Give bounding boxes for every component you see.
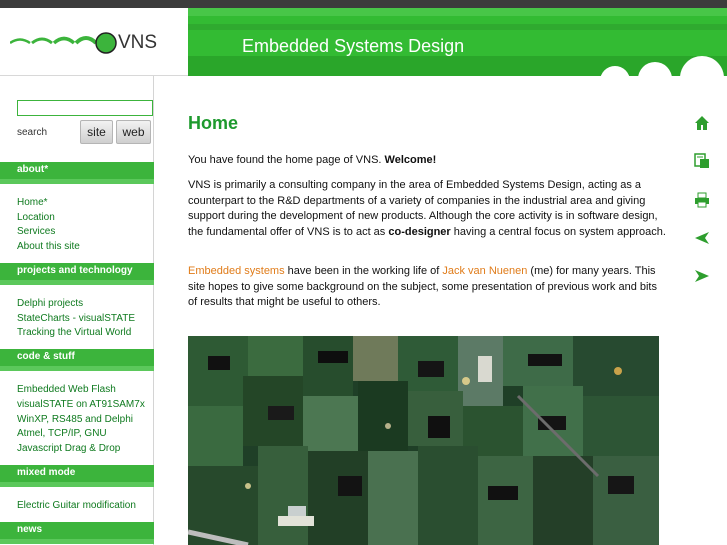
nav-section-divider — [0, 366, 154, 371]
sitemap-icon[interactable] — [694, 153, 710, 169]
sidebar-item-statecharts[interactable]: StateCharts - visualSTATE — [17, 313, 135, 324]
logo[interactable]: VNS — [0, 8, 188, 76]
company-text-tail: having a central focus on system approac… — [450, 225, 666, 238]
sidebar-item-tracking[interactable]: Tracking the Virtual World — [17, 327, 131, 338]
top-bar — [0, 0, 727, 8]
page-title: Home — [188, 113, 239, 133]
sidebar-item-visualstate-at91[interactable]: visualSTATE on AT91SAM7x — [17, 399, 145, 410]
sidebar-item-guitar-mod[interactable]: Electric Guitar modification — [17, 500, 136, 511]
nav-section-code: code & stuff — [0, 349, 154, 366]
circuit-board-mosaic — [188, 336, 659, 545]
sidebar-item-location[interactable]: Location — [17, 212, 55, 223]
embedded-systems-link[interactable]: Embedded systems — [188, 265, 285, 277]
logo-circles-icon — [10, 32, 117, 54]
search-web-button[interactable]: web — [116, 120, 151, 144]
search-label: search — [17, 127, 48, 138]
sidebar-item-winxp-rs485[interactable]: WinXP, RS485 and Delphi — [17, 414, 133, 425]
background-text: have been in the working life of — [284, 265, 443, 277]
co-designer-text: co-designer — [388, 225, 451, 238]
intro-paragraph: You have found the home page of VNS. Wel… — [188, 153, 666, 169]
nav-section-mixed-mode: mixed mode — [0, 465, 154, 482]
author-link[interactable]: Jack van Nuenen — [442, 265, 527, 277]
nav-section-divider — [0, 482, 154, 487]
intro-text: You have found the home page of VNS. — [188, 154, 385, 166]
nav-section-projects: projects and technology — [0, 263, 154, 280]
sidebar-item-web-flash[interactable]: Embedded Web Flash — [17, 384, 116, 395]
sidebar: search site web about* Home* Location Se… — [0, 76, 154, 545]
search-input[interactable] — [17, 100, 153, 116]
welcome-text: Welcome! — [384, 154, 437, 166]
banner-title: Embedded Systems Design — [242, 36, 465, 56]
back-icon[interactable] — [694, 230, 710, 246]
sidebar-item-delphi-projects[interactable]: Delphi projects — [17, 298, 83, 309]
forward-icon[interactable] — [694, 268, 710, 284]
background-paragraph: Embedded systems have been in the workin… — [188, 264, 666, 311]
sidebar-item-js-drag-drop[interactable]: Javascript Drag & Drop — [17, 443, 120, 454]
search-site-button[interactable]: site — [80, 120, 113, 144]
sidebar-item-home[interactable]: Home* — [17, 197, 48, 208]
sidebar-item-about-site[interactable]: About this site — [17, 241, 80, 252]
company-paragraph: VNS is primarily a consulting company in… — [188, 178, 666, 240]
nav-section-news: news — [0, 522, 154, 539]
nav-section-divider — [0, 539, 154, 544]
nav-section-about: about* — [0, 162, 154, 179]
nav-section-divider — [0, 179, 154, 184]
home-icon[interactable] — [694, 115, 710, 131]
header-banner: Embedded Systems Design — [188, 8, 727, 76]
circuit-boards-image — [188, 336, 659, 545]
logo-text: VNS — [118, 32, 158, 53]
sidebar-item-services[interactable]: Services — [17, 226, 55, 237]
sidebar-item-atmel-tcpip[interactable]: Atmel, TCP/IP, GNU — [17, 428, 107, 439]
nav-section-divider — [0, 280, 154, 285]
print-icon[interactable] — [694, 192, 710, 208]
